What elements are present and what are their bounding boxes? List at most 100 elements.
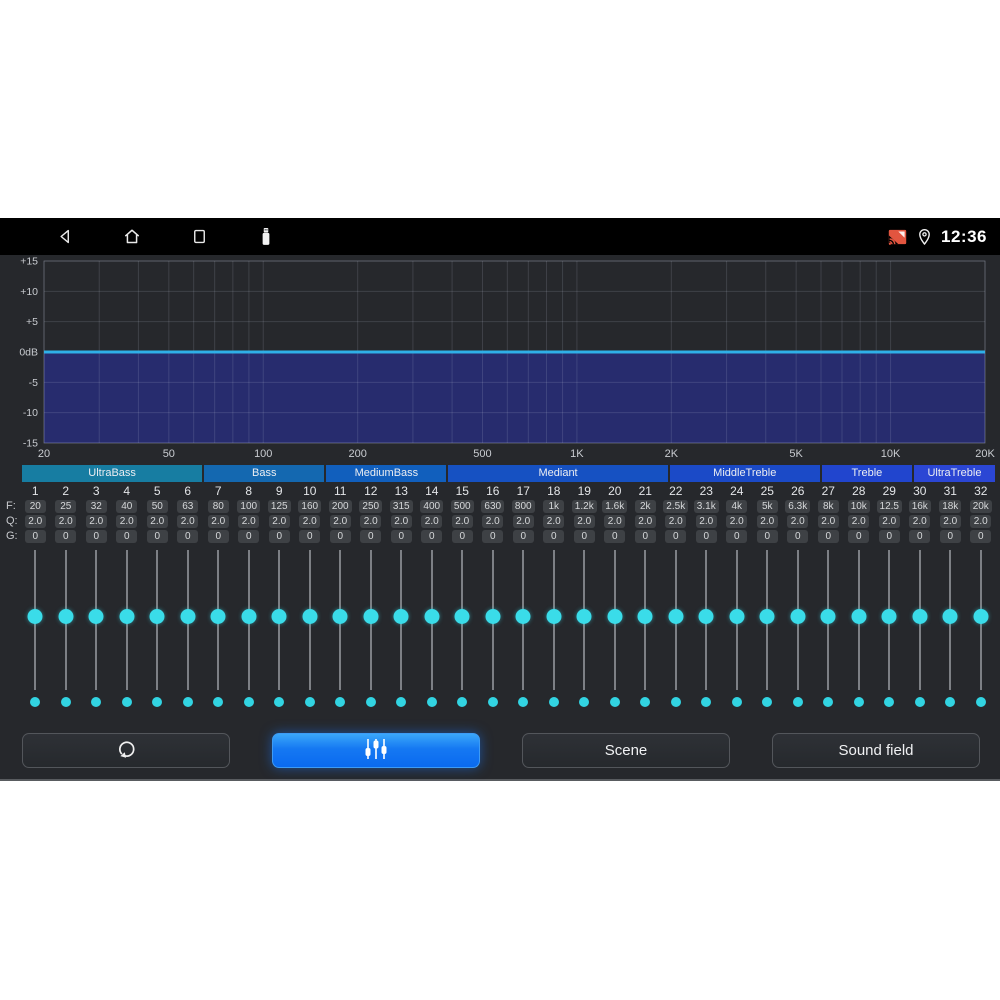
slider-thumb[interactable] [912, 609, 928, 624]
slider-thumb[interactable] [393, 609, 409, 624]
band-dot[interactable] [182, 697, 193, 707]
band-q-value: 2.0 [939, 514, 961, 528]
y-axis-tick-label: 0dB [19, 347, 38, 359]
band-q-value-cell: 2.0 [112, 514, 143, 528]
band-frequency-value-cell: 630 [478, 499, 509, 513]
slider-thumb[interactable] [27, 609, 43, 624]
slider-thumb[interactable] [454, 609, 470, 624]
slider-thumb[interactable] [119, 609, 135, 624]
slider-thumb[interactable] [241, 609, 257, 624]
band-dot[interactable] [914, 697, 925, 707]
slider-thumb[interactable] [546, 609, 562, 624]
slider-thumb[interactable] [485, 609, 501, 624]
band-dot[interactable] [213, 697, 224, 707]
slider-thumb[interactable] [942, 609, 958, 624]
band-dot[interactable] [365, 697, 376, 707]
band-dot[interactable] [884, 697, 895, 707]
band-category-ultrabass[interactable]: UltraBass [22, 465, 203, 482]
band-dot[interactable] [91, 697, 102, 707]
band-number: 26 [791, 484, 805, 498]
band-dot[interactable] [945, 697, 956, 707]
recents-icon[interactable] [189, 227, 209, 247]
slider-thumb[interactable] [759, 609, 775, 624]
band-category-bass[interactable]: Bass [204, 465, 325, 482]
band-dot[interactable] [457, 697, 468, 707]
band-number: 23 [699, 484, 713, 498]
band-category-middletreble[interactable]: MiddleTreble [669, 465, 820, 482]
band-gain-value-cell: 0 [508, 529, 539, 544]
band-number: 4 [123, 484, 131, 498]
slider-thumb[interactable] [302, 609, 318, 624]
slider-thumb[interactable] [180, 609, 196, 624]
slider-thumb[interactable] [88, 609, 104, 624]
slider-thumb[interactable] [851, 609, 867, 624]
band-gain-value: 0 [238, 530, 260, 543]
band-dot[interactable] [975, 697, 986, 707]
band-frequency-value: 400 [420, 499, 444, 513]
band-category-treble[interactable]: Treble [821, 465, 912, 482]
band-dot[interactable] [792, 697, 803, 707]
sound-field-button-label: Sound field [838, 742, 914, 759]
equalizer-button[interactable] [272, 733, 480, 768]
slider-thumb[interactable] [363, 609, 379, 624]
slider-thumb[interactable] [729, 609, 745, 624]
slider-thumb[interactable] [515, 609, 531, 624]
slider-thumb[interactable] [973, 609, 989, 624]
band-dot[interactable] [274, 697, 285, 707]
slider-thumb[interactable] [210, 609, 226, 624]
band-dot[interactable] [731, 697, 742, 707]
band-dot[interactable] [518, 697, 529, 707]
band-dot[interactable] [640, 697, 651, 707]
band-dot[interactable] [396, 697, 407, 707]
band-frequency-value: 800 [511, 499, 535, 513]
slider-thumb[interactable] [607, 609, 623, 624]
band-dot[interactable] [304, 697, 315, 707]
band-dot[interactable] [670, 697, 681, 707]
band-slider [844, 550, 875, 710]
band-category-mediumbass[interactable]: MediumBass [326, 465, 447, 482]
home-icon[interactable] [122, 227, 142, 247]
band-gain-value: 0 [787, 530, 809, 543]
band-dot[interactable] [335, 697, 346, 707]
slider-thumb[interactable] [58, 609, 74, 624]
band-category-ultratreble[interactable]: UltraTreble [913, 465, 995, 482]
band-dot[interactable] [152, 697, 163, 707]
slider-thumb[interactable] [637, 609, 653, 624]
back-icon[interactable] [55, 227, 75, 247]
slider-thumb[interactable] [881, 609, 897, 624]
band-category-mediant[interactable]: Mediant [448, 465, 668, 482]
band-q-value-cell: 2.0 [325, 514, 356, 528]
band-slider [508, 550, 539, 710]
band-dot[interactable] [426, 697, 437, 707]
band-dot[interactable] [701, 697, 712, 707]
slider-thumb[interactable] [820, 609, 836, 624]
slider-thumb[interactable] [576, 609, 592, 624]
band-dot[interactable] [609, 697, 620, 707]
slider-thumb[interactable] [271, 609, 287, 624]
slider-thumb[interactable] [698, 609, 714, 624]
slider-thumb[interactable] [668, 609, 684, 624]
band-dot[interactable] [762, 697, 773, 707]
band-dot[interactable] [487, 697, 498, 707]
band-dot[interactable] [121, 697, 132, 707]
band-number: 7 [214, 484, 222, 498]
scene-button[interactable]: Scene [522, 733, 730, 768]
band-frequency-value-cell: 12.5 [874, 499, 905, 513]
band-dot[interactable] [853, 697, 864, 707]
slider-thumb[interactable] [149, 609, 165, 624]
band-q-value-cell: 2.0 [905, 514, 936, 528]
band-dot[interactable] [548, 697, 559, 707]
usb-icon[interactable] [256, 227, 276, 247]
band-dot[interactable] [579, 697, 590, 707]
slider-thumb[interactable] [790, 609, 806, 624]
slider-thumb[interactable] [424, 609, 440, 624]
band-dot[interactable] [243, 697, 254, 707]
sound-field-button[interactable]: Sound field [772, 733, 980, 768]
band-dot[interactable] [30, 697, 41, 707]
band-frequency-value: 16k [908, 499, 931, 513]
band-dot[interactable] [60, 697, 71, 707]
band-dot[interactable] [823, 697, 834, 707]
band-frequency-value: 20 [24, 499, 46, 513]
slider-thumb[interactable] [332, 609, 348, 624]
reset-button[interactable] [22, 733, 230, 768]
